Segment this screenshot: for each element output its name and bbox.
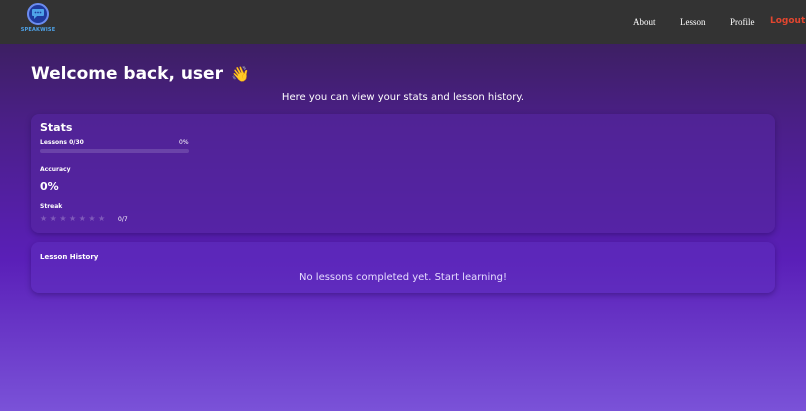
streak-count: 0/7 [118, 216, 128, 223]
welcome-text: Welcome back, user [31, 64, 223, 84]
navbar: SPEAKWISE About Lesson Profile Logout [0, 0, 806, 44]
logo-text: SPEAKWISE [20, 27, 56, 33]
lessons-label: Lessons 0/30 [40, 139, 84, 146]
page-title: Welcome back, user 👋 [31, 64, 250, 84]
accuracy-value: 0% [40, 180, 59, 193]
streak-star-icon: ★ [98, 214, 106, 223]
stats-card: Stats Lessons 0/30 0% Accuracy 0% Streak… [31, 114, 775, 233]
streak-star-icon: ★ [88, 214, 96, 223]
streak-star-icon: ★ [59, 214, 67, 223]
streak-star-icon: ★ [69, 214, 77, 223]
logo[interactable]: SPEAKWISE [18, 3, 58, 39]
streak-star-icon: ★ [40, 214, 48, 223]
lessons-percent: 0% [179, 139, 189, 146]
lesson-history-empty-message: No lessons completed yet. Start learning… [299, 272, 507, 283]
nav-lesson-link[interactable]: Lesson [680, 17, 706, 27]
nav-about-link[interactable]: About [633, 17, 656, 27]
lessons-progress-bar [40, 149, 189, 153]
streak-star-icon: ★ [49, 214, 57, 223]
streak-stars: ★ ★ ★ ★ ★ ★ ★ [40, 214, 108, 224]
accuracy-label: Accuracy [40, 166, 71, 173]
lesson-history-title: Lesson History [40, 253, 99, 261]
waving-hand-icon: 👋 [230, 65, 250, 83]
nav-profile-link[interactable]: Profile [730, 17, 755, 27]
streak-label: Streak [40, 203, 63, 210]
logout-button[interactable]: Logout [770, 16, 805, 26]
page-subtitle: Here you can view your stats and lesson … [281, 92, 525, 103]
chat-bubble-icon [27, 3, 49, 25]
streak-star-icon: ★ [78, 214, 86, 223]
stats-title: Stats [40, 121, 73, 134]
lesson-history-card: Lesson History No lessons completed yet.… [31, 242, 775, 293]
